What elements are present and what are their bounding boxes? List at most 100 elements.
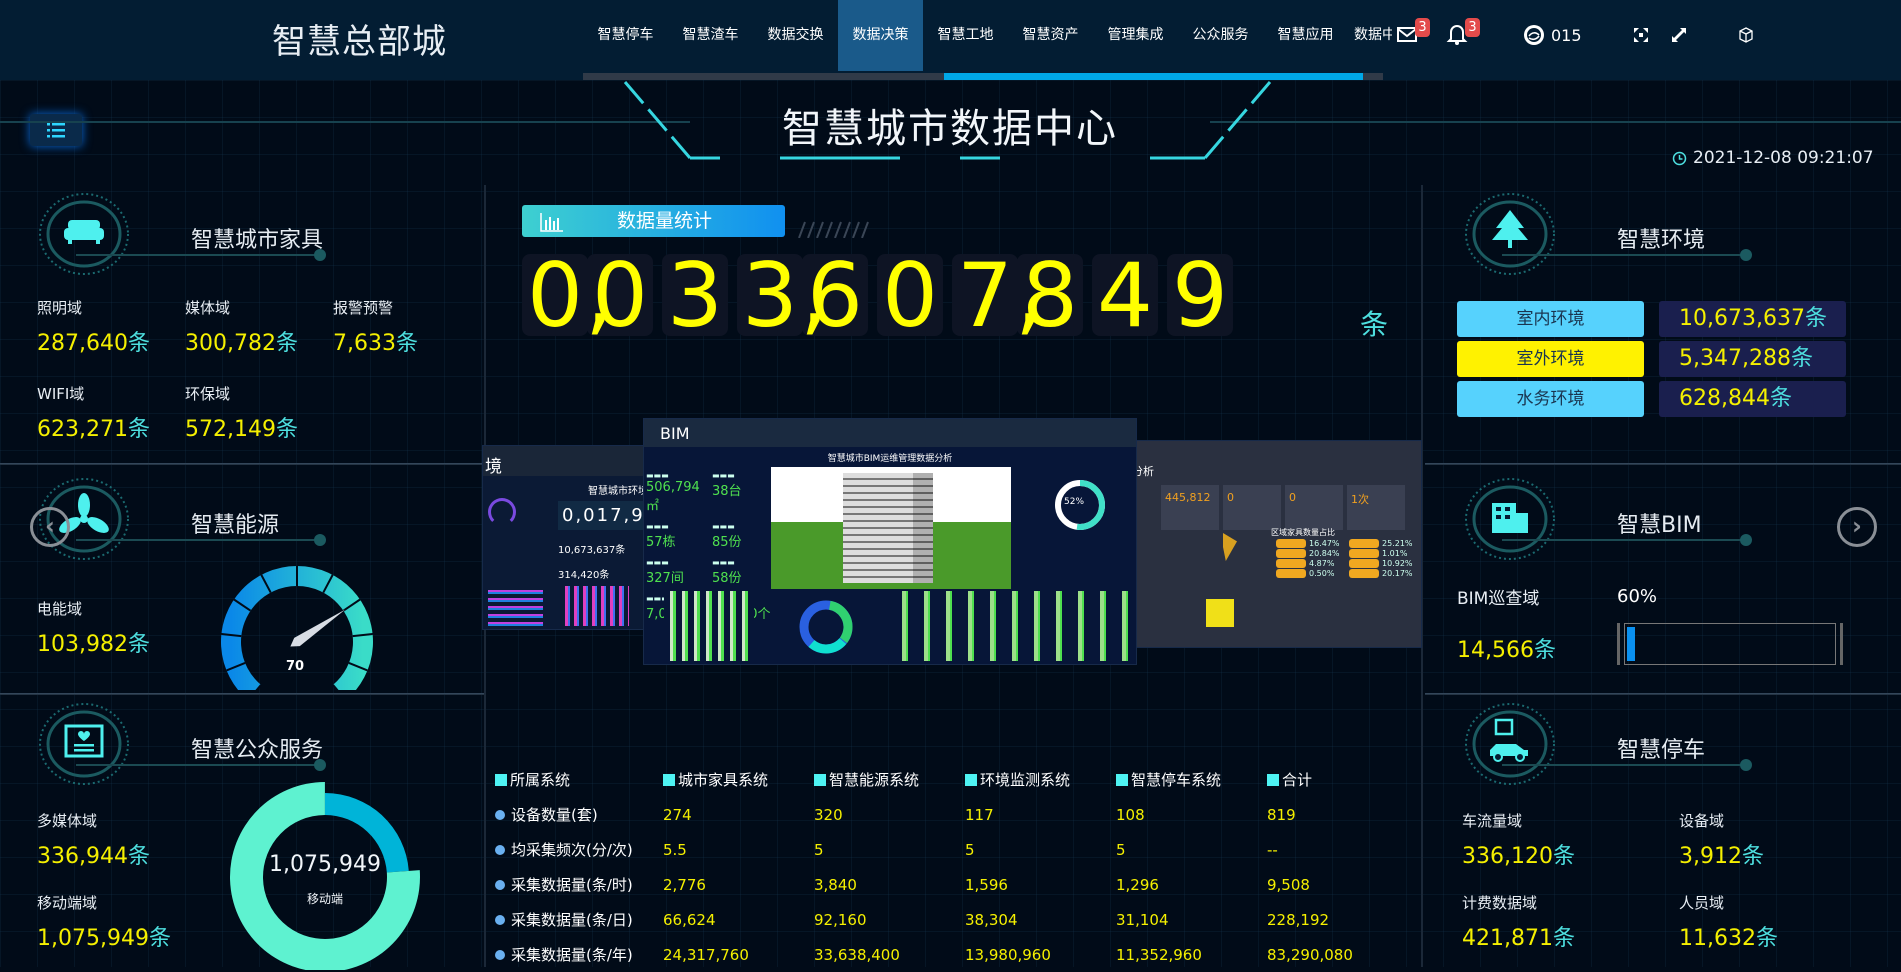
nav-item[interactable]: 公众服务 bbox=[1178, 0, 1263, 71]
table-cell: 1,296 bbox=[1116, 867, 1267, 902]
table-row: 采集数据量(条/时) 2,776 3,840 1,596 1,296 9,508 bbox=[495, 867, 1417, 902]
metric-label: WIFI域 bbox=[37, 385, 85, 403]
bim-stat: ▬▬▬ 38台 bbox=[712, 471, 772, 514]
nav-item[interactable]: 数据中心 bbox=[1348, 0, 1392, 71]
ring-label: 52% bbox=[1064, 497, 1085, 507]
env-tab-button[interactable]: 水务环境 bbox=[1457, 381, 1644, 417]
cell-text: 采集数据量(条/日) bbox=[511, 911, 633, 929]
parking-title: 智慧停车 bbox=[1617, 738, 1706, 763]
column-header: 环境监测系统 bbox=[965, 762, 1116, 797]
public-title: 智慧公众服务 bbox=[191, 738, 324, 763]
metric-number: 336,944 bbox=[37, 844, 128, 869]
unit-label: 条 bbox=[275, 331, 298, 356]
metric-label: 多媒体域 bbox=[37, 812, 98, 830]
total-counter: 0,033,607,849 bbox=[522, 250, 1242, 340]
nav-item[interactable]: 智慧资产 bbox=[1008, 0, 1093, 71]
carousel-slide-bim[interactable]: BIM 智慧城市BIM运维管理数据分析 ▬▬▬ 506,794㎡ ▬▬▬ 38台 ▬▬▬… bbox=[643, 418, 1137, 665]
metric-number: 336,120 bbox=[1462, 844, 1553, 869]
legend-value: 4.87% bbox=[1309, 559, 1335, 568]
cell-text: 5 bbox=[814, 840, 824, 859]
metric-number: 421,871 bbox=[1462, 926, 1553, 951]
row-header: 采集数据量(条/时) bbox=[495, 867, 663, 902]
user-logo-icon bbox=[1524, 25, 1544, 45]
metric-number: 1,075,949 bbox=[37, 926, 149, 951]
bim-stat-caption: ▬▬▬ bbox=[646, 558, 669, 567]
legend-swatch bbox=[1349, 569, 1379, 578]
bim-building-model bbox=[771, 467, 1011, 589]
metric-label: 设备域 bbox=[1679, 812, 1725, 830]
cube-icon bbox=[1739, 27, 1753, 43]
env-tab-button[interactable]: 室外环境 bbox=[1457, 341, 1644, 377]
kpi-value: 0 bbox=[1227, 491, 1234, 504]
user-label: 015 bbox=[1551, 25, 1582, 45]
cell-text: 83,290,080 bbox=[1267, 945, 1353, 964]
nav-scrollbar-thumb[interactable] bbox=[944, 73, 1363, 80]
title-dot bbox=[1740, 759, 1752, 771]
table-cell: -- bbox=[1267, 832, 1417, 867]
dot-marker-icon bbox=[495, 950, 505, 960]
nav-item[interactable]: 管理集成 bbox=[1093, 0, 1178, 71]
title-underline bbox=[76, 764, 316, 766]
title-dot bbox=[1740, 534, 1752, 546]
mini-bar bbox=[1206, 599, 1234, 627]
legend-item: 20.84% bbox=[1276, 549, 1348, 558]
mail-button[interactable]: 3 bbox=[1396, 18, 1430, 48]
divider bbox=[1425, 463, 1901, 465]
expand-icon bbox=[1672, 28, 1686, 42]
bim-stat-caption: ▬▬▬ bbox=[646, 522, 669, 531]
donut-center-value: 1,075,949 bbox=[269, 852, 381, 877]
unit-label: 条 bbox=[127, 844, 150, 869]
nav-item[interactable]: 智慧工地 bbox=[923, 0, 1008, 71]
table-cell: 5 bbox=[965, 832, 1116, 867]
table-row: 均采集频次(分/次) 5.5 5 5 5 -- bbox=[495, 832, 1417, 867]
unit-label: 条 bbox=[1552, 844, 1575, 869]
nav-item[interactable]: 智慧应用 bbox=[1263, 0, 1348, 71]
expand-button[interactable] bbox=[1672, 27, 1698, 53]
cell-text: 5 bbox=[965, 840, 975, 859]
nav-item[interactable]: 数据决策 bbox=[838, 0, 923, 71]
nav-item[interactable]: 智慧停车 bbox=[583, 0, 668, 71]
cube-button[interactable] bbox=[1738, 27, 1764, 53]
metric-number: 300,782 bbox=[185, 331, 276, 356]
cell-text: 38,304 bbox=[965, 910, 1018, 929]
env-tab-button[interactable]: 室内环境 bbox=[1457, 301, 1644, 337]
total-unit: 条 bbox=[1360, 308, 1389, 341]
table-cell: 2,776 bbox=[663, 867, 814, 902]
metric-value: 300,782条 bbox=[185, 325, 298, 357]
divider bbox=[0, 463, 485, 465]
column-header-label: 环境监测系统 bbox=[980, 771, 1071, 789]
env-value: 628,844条 bbox=[1659, 381, 1846, 417]
system-data-table: 所属系统 城市家具系统 智慧能源系统 环境监测系统 智慧停车系统 合计 设备数量(套) 274… bbox=[495, 762, 1417, 972]
mini-column-chart bbox=[894, 591, 1134, 661]
nav-item[interactable]: 智慧渣车 bbox=[668, 0, 753, 71]
cell-text: 9,508 bbox=[1267, 875, 1310, 894]
energy-title: 智慧能源 bbox=[191, 513, 280, 538]
unit-label: 条 bbox=[127, 632, 150, 657]
user-menu[interactable]: 015 bbox=[1523, 24, 1582, 46]
metric-value: 623,271条 bbox=[37, 411, 150, 443]
notification-button[interactable]: 3 bbox=[1446, 18, 1480, 48]
metric-number: 5,347,288 bbox=[1679, 346, 1791, 371]
mail-badge: 3 bbox=[1415, 18, 1430, 37]
carousel-slide-analysis[interactable]: 分析 445,812 0 0 1次 区域家具数量占比 16.47% 25.21% 20.8… bbox=[1130, 440, 1422, 648]
bim-stat: ▬▬▬ 327间 bbox=[646, 558, 706, 586]
cell-text: 5 bbox=[1116, 840, 1126, 859]
table-cell: 320 bbox=[814, 797, 965, 832]
nav-item[interactable]: 数据交换 bbox=[753, 0, 838, 71]
divider bbox=[0, 693, 485, 695]
table-cell: 3,840 bbox=[814, 867, 965, 902]
legend-swatch bbox=[1276, 549, 1306, 558]
metric-number: 103,982 bbox=[37, 632, 128, 657]
cell-text: 13,980,960 bbox=[965, 945, 1051, 964]
carousel-prev-button[interactable]: ‹ bbox=[30, 507, 70, 547]
bim-value: 14,566条 bbox=[1457, 632, 1556, 664]
bim-stat-value: 58份 bbox=[712, 571, 742, 586]
fullscreen-button[interactable] bbox=[1634, 27, 1660, 53]
title-underline bbox=[1502, 539, 1742, 541]
bim-stat: ▬▬▬ 85份 bbox=[712, 522, 772, 550]
cell-text: 3,840 bbox=[814, 875, 857, 894]
carousel-next-button[interactable]: › bbox=[1837, 507, 1877, 547]
env-value: 5,347,288条 bbox=[1659, 341, 1846, 377]
carousel-slide-environment[interactable]: 境 智慧城市环境 0,017,9 10,673,637条 314,420条 bbox=[482, 445, 652, 630]
legend-swatch bbox=[1276, 559, 1306, 568]
